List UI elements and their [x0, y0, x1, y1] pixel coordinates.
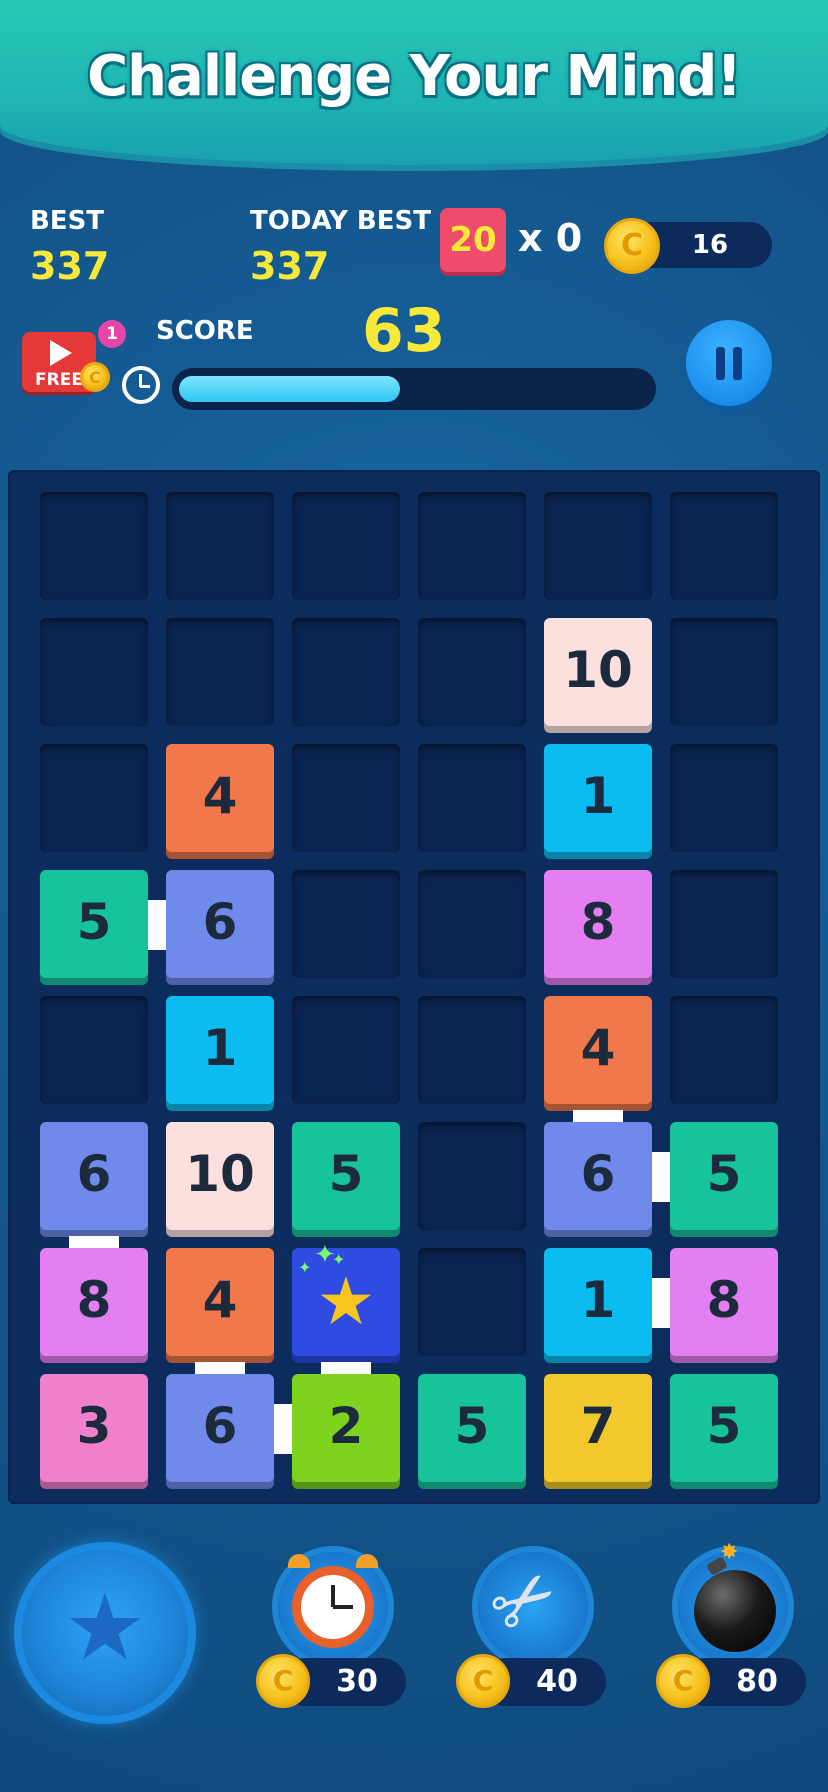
multiplier-badge: 20	[440, 208, 506, 272]
alarm-clock-icon	[292, 1566, 374, 1648]
scissors-icon: ✂	[472, 1545, 576, 1656]
coin-icon: C	[456, 1654, 510, 1708]
notification-badge: 1	[98, 320, 126, 348]
board-cell[interactable]	[292, 870, 400, 978]
board-cell[interactable]	[670, 618, 778, 726]
number-tile[interactable]: 6	[166, 1374, 274, 1482]
coin-icon: C	[656, 1654, 710, 1708]
best-value: 337	[30, 244, 110, 288]
board-cell[interactable]	[544, 492, 652, 600]
number-tile[interactable]: 1	[544, 744, 652, 852]
board-cell[interactable]	[418, 996, 526, 1104]
number-tile[interactable]: 10	[544, 618, 652, 726]
play-icon	[50, 340, 72, 366]
board-cell[interactable]	[40, 744, 148, 852]
clock-hand-minute	[333, 1605, 353, 1609]
game-board: 10 4 1 5 6 8 1 4 6 10 5 6 5 8 4 ★ ✦ ✦ ✦ 1 8 3 6 2 5 7 5	[8, 470, 820, 1504]
bomb-icon	[694, 1570, 776, 1652]
star-power-button[interactable]: ★	[22, 1550, 188, 1716]
number-tile[interactable]: 5	[670, 1374, 778, 1482]
alarm-bell-right	[356, 1554, 378, 1568]
timer-progress-bar	[172, 368, 656, 410]
board-cell[interactable]	[418, 618, 526, 726]
number-tile[interactable]: 4	[544, 996, 652, 1104]
number-tile[interactable]: 6	[544, 1122, 652, 1230]
board-cell[interactable]	[418, 1122, 526, 1230]
multiplier-count: x 0	[518, 216, 583, 260]
number-tile[interactable]: 1	[544, 1248, 652, 1356]
clock-powerup-button[interactable]	[278, 1552, 388, 1662]
number-tile[interactable]: 2	[292, 1374, 400, 1482]
page-title: Challenge Your Mind!	[87, 44, 742, 109]
tile-connector	[274, 1404, 292, 1454]
tile-connector	[652, 1278, 670, 1328]
board-cell[interactable]	[40, 492, 148, 600]
timer-progress-fill	[179, 376, 400, 402]
number-tile[interactable]: 10	[166, 1122, 274, 1230]
number-tile[interactable]: 4	[166, 744, 274, 852]
number-tile[interactable]: 3	[40, 1374, 148, 1482]
number-tile[interactable]: 8	[544, 870, 652, 978]
board-cell[interactable]	[418, 744, 526, 852]
number-tile[interactable]: 5	[40, 870, 148, 978]
number-tile[interactable]: 1	[166, 996, 274, 1104]
tile-connector	[148, 900, 166, 950]
board-cell[interactable]	[166, 492, 274, 600]
number-tile[interactable]: 7	[544, 1374, 652, 1482]
scissors-powerup-button[interactable]: ✂	[472, 1546, 588, 1662]
star-icon: ★	[63, 1574, 147, 1681]
board-cell[interactable]	[40, 618, 148, 726]
tile-connector	[321, 1362, 371, 1374]
coin-icon: C	[80, 362, 110, 392]
tile-connector	[652, 1152, 670, 1202]
tile-connector	[69, 1236, 119, 1248]
number-tile[interactable]: 4	[166, 1248, 274, 1356]
sparkle-icon: ✦	[298, 1258, 312, 1277]
number-tile[interactable]: 6	[40, 1122, 148, 1230]
board-cell[interactable]	[40, 996, 148, 1104]
board-cell[interactable]	[670, 870, 778, 978]
board-cell[interactable]	[292, 618, 400, 726]
board-cell[interactable]	[418, 1248, 526, 1356]
spark-icon: ✸	[720, 1540, 739, 1565]
board-cell[interactable]	[292, 996, 400, 1104]
clock-hand-hour	[331, 1585, 335, 1607]
number-tile[interactable]: 5	[292, 1122, 400, 1230]
coin-icon: C	[256, 1654, 310, 1708]
number-tile[interactable]: 8	[670, 1248, 778, 1356]
board-cell[interactable]	[670, 744, 778, 852]
score-label: SCORE	[156, 316, 254, 346]
today-best-value: 337	[250, 244, 330, 288]
bomb-powerup-button[interactable]: ✸	[678, 1540, 788, 1662]
pause-button[interactable]	[686, 320, 772, 406]
header-banner: Challenge Your Mind!	[0, 0, 828, 165]
number-tile[interactable]: 5	[418, 1374, 526, 1482]
board-cell[interactable]	[292, 744, 400, 852]
today-best-label: TODAY BEST	[250, 206, 431, 236]
alarm-clock-icon	[122, 366, 160, 404]
number-tile[interactable]: 5	[670, 1122, 778, 1230]
board-cell[interactable]	[292, 492, 400, 600]
board-cell[interactable]	[418, 870, 526, 978]
board-cell[interactable]	[418, 492, 526, 600]
number-tile[interactable]: 6	[166, 870, 274, 978]
best-label: BEST	[30, 206, 105, 236]
board-cell[interactable]	[166, 618, 274, 726]
star-tile[interactable]: ★ ✦ ✦ ✦	[292, 1240, 400, 1356]
number-tile[interactable]: 8	[40, 1248, 148, 1356]
sparkle-icon: ✦	[332, 1250, 346, 1269]
coin-icon: C	[604, 218, 660, 274]
board-cell[interactable]	[670, 492, 778, 600]
tile-connector	[573, 1110, 623, 1122]
board-cell[interactable]	[670, 996, 778, 1104]
score-value: 63	[362, 296, 446, 366]
alarm-bell-left	[288, 1554, 310, 1568]
tile-connector	[195, 1362, 245, 1374]
